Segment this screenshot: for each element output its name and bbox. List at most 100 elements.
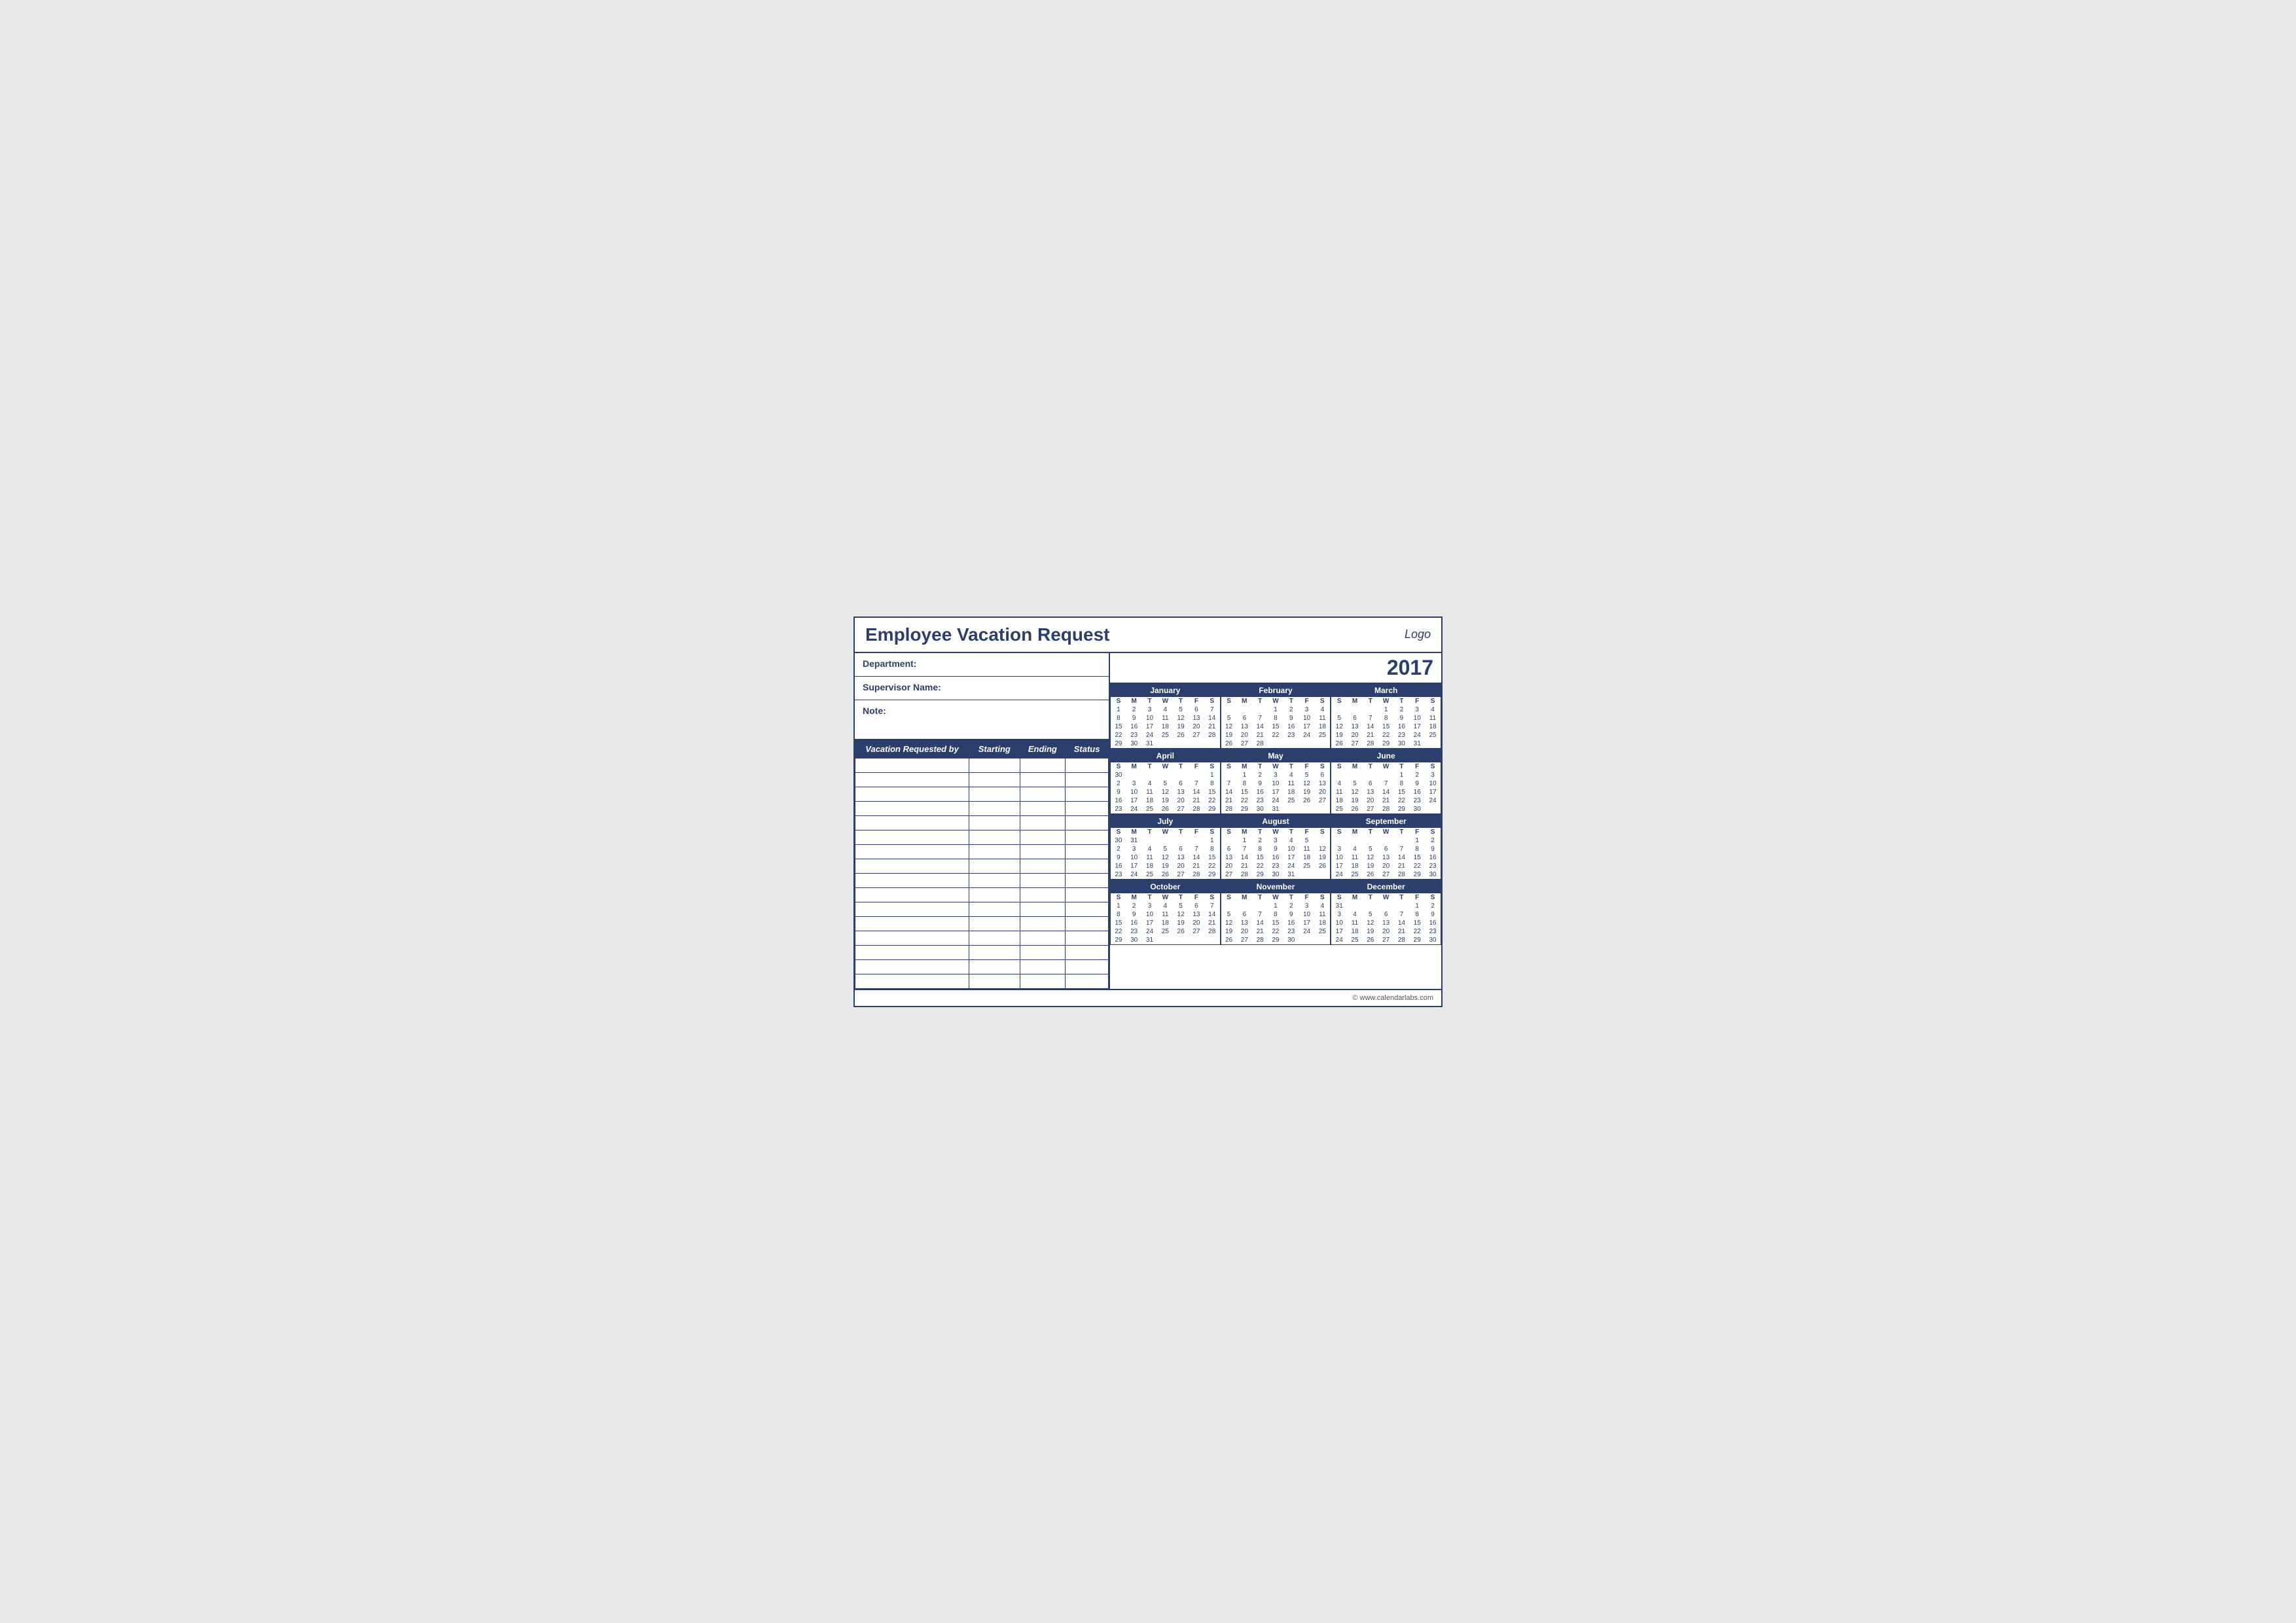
table-cell	[1020, 758, 1066, 772]
table-row[interactable]	[855, 887, 1109, 902]
table-cell	[855, 801, 969, 815]
cal-day: 14	[1236, 853, 1252, 862]
table-cell	[1066, 844, 1109, 859]
table-row[interactable]	[855, 902, 1109, 916]
month-header: February	[1221, 684, 1331, 697]
cal-day: 8	[1394, 779, 1410, 788]
cal-day: 9	[1425, 845, 1441, 853]
cal-day: 1	[1204, 771, 1220, 779]
cal-day	[1157, 936, 1173, 944]
table-row[interactable]	[855, 801, 1109, 815]
cal-day: 20	[1189, 722, 1204, 731]
day-header: S	[1331, 893, 1347, 902]
cal-day: 17	[1331, 862, 1347, 870]
table-cell	[855, 887, 969, 902]
cal-day	[1189, 836, 1204, 845]
table-row[interactable]	[855, 931, 1109, 945]
table-row[interactable]	[855, 945, 1109, 959]
cal-day: 6	[1363, 779, 1378, 788]
day-header: T	[1252, 828, 1268, 836]
cal-day: 24	[1126, 870, 1142, 879]
cal-day: 27	[1173, 870, 1189, 879]
table-row[interactable]	[855, 844, 1109, 859]
cal-week-row: 22232425262728	[1111, 731, 1220, 740]
cal-day: 14	[1189, 788, 1204, 796]
cal-week-row: 24252627282930	[1331, 870, 1441, 879]
calendar-july: JulySMTWTFS30311234567891011121314151617…	[1110, 814, 1221, 880]
cal-day: 12	[1173, 910, 1189, 919]
cal-day: 1	[1268, 705, 1283, 714]
cal-day: 17	[1409, 722, 1425, 731]
cal-day: 14	[1378, 788, 1394, 796]
cal-week-row: 12131415161718	[1221, 722, 1331, 731]
cal-day: 26	[1173, 927, 1189, 936]
cal-week-row: 12345	[1221, 836, 1331, 845]
cal-day: 3	[1425, 771, 1441, 779]
cal-day: 27	[1189, 731, 1204, 740]
cal-day	[1363, 771, 1378, 779]
day-header: T	[1394, 697, 1410, 705]
cal-day: 31	[1142, 936, 1158, 944]
cal-day: 8	[1378, 714, 1394, 722]
day-header: T	[1283, 697, 1299, 705]
cal-day	[1236, 705, 1252, 714]
day-header: M	[1236, 828, 1252, 836]
cal-day: 10	[1331, 919, 1347, 927]
table-row[interactable]	[855, 974, 1109, 988]
table-cell	[1066, 902, 1109, 916]
cal-day: 12	[1157, 853, 1173, 862]
table-cell	[1020, 959, 1066, 974]
cal-day: 2	[1283, 902, 1299, 910]
day-header: T	[1142, 828, 1158, 836]
cal-day: 2	[1111, 845, 1126, 853]
cal-day	[1314, 936, 1330, 944]
day-header: T	[1283, 828, 1299, 836]
cal-day	[1157, 740, 1173, 748]
cal-day: 3	[1331, 845, 1347, 853]
cal-day: 17	[1142, 722, 1158, 731]
cal-day: 17	[1331, 927, 1347, 936]
day-header: S	[1111, 828, 1126, 836]
cal-table: SMTWTFS123456789101112131415161718192021…	[1331, 697, 1441, 748]
cal-day	[1221, 705, 1237, 714]
table-row[interactable]	[855, 815, 1109, 830]
table-row[interactable]	[855, 772, 1109, 787]
table-cell	[855, 815, 969, 830]
table-row[interactable]	[855, 916, 1109, 931]
cal-day: 2	[1394, 705, 1410, 714]
supervisor-label: Supervisor Name:	[863, 682, 941, 692]
day-header: T	[1363, 893, 1378, 902]
cal-day: 12	[1331, 722, 1347, 731]
table-cell	[1066, 758, 1109, 772]
cal-table: SMTWTFS123456789101112131415161718192021…	[1111, 697, 1220, 748]
cal-day: 9	[1394, 714, 1410, 722]
day-header: W	[1268, 893, 1283, 902]
cal-day	[1283, 805, 1299, 813]
cal-day: 3	[1331, 910, 1347, 919]
table-cell	[969, 945, 1020, 959]
cal-day	[1331, 705, 1347, 714]
day-header: F	[1409, 828, 1425, 836]
day-header: M	[1347, 893, 1363, 902]
table-cell	[969, 887, 1020, 902]
table-row[interactable]	[855, 787, 1109, 801]
cal-day: 7	[1363, 714, 1378, 722]
cal-day: 12	[1347, 788, 1363, 796]
table-row[interactable]	[855, 830, 1109, 844]
cal-day: 7	[1221, 779, 1237, 788]
table-row[interactable]	[855, 859, 1109, 873]
cal-day: 9	[1111, 788, 1126, 796]
calendar-september: SeptemberSMTWTFS123456789101112131415161…	[1331, 814, 1441, 880]
cal-day: 29	[1236, 805, 1252, 813]
info-section: Department: Supervisor Name: Note:	[855, 653, 1109, 740]
cal-day: 24	[1142, 731, 1158, 740]
table-row[interactable]	[855, 758, 1109, 772]
table-row[interactable]	[855, 873, 1109, 887]
cal-day: 15	[1111, 919, 1126, 927]
cal-day: 16	[1126, 722, 1142, 731]
cal-day: 13	[1189, 714, 1204, 722]
table-row[interactable]	[855, 959, 1109, 974]
day-header: T	[1142, 697, 1158, 705]
cal-day: 4	[1314, 902, 1330, 910]
cal-day: 28	[1204, 927, 1220, 936]
